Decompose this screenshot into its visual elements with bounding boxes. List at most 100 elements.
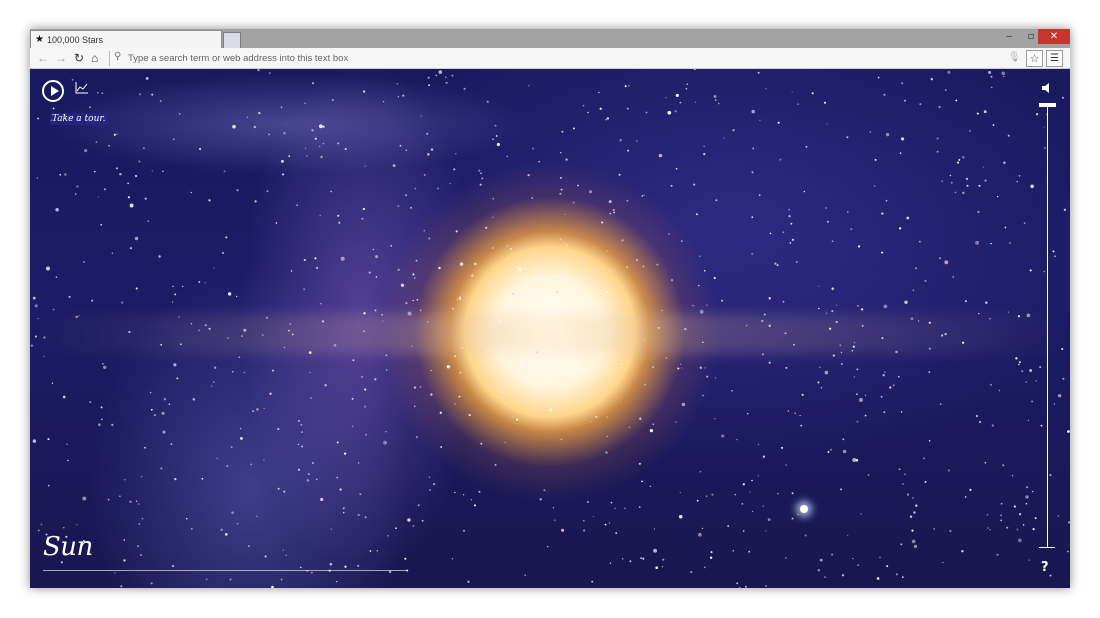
background-star	[364, 165, 366, 167]
background-star	[784, 557, 787, 559]
background-star	[1039, 366, 1042, 369]
background-star	[357, 462, 360, 464]
volume-icon[interactable]	[1041, 82, 1055, 94]
tab-100000-stars[interactable]: ★ 100,000 Stars	[30, 30, 222, 48]
neighbor-star[interactable]	[800, 505, 808, 513]
background-star	[227, 292, 232, 296]
background-star	[639, 417, 642, 420]
background-star	[111, 423, 114, 427]
zoom-slider-handle[interactable]	[1039, 103, 1056, 107]
background-star	[161, 411, 165, 415]
background-star	[1018, 363, 1020, 366]
menu-button[interactable]: ☰	[1046, 50, 1063, 67]
background-star	[516, 418, 519, 421]
star-name-underline	[43, 570, 407, 571]
chart-icon[interactable]	[75, 82, 89, 94]
new-tab-button[interactable]	[223, 32, 241, 48]
play-tour-button[interactable]	[42, 80, 64, 102]
background-star	[336, 580, 338, 583]
background-star	[382, 101, 385, 103]
background-star	[1007, 134, 1010, 137]
background-star	[1044, 147, 1046, 149]
background-star	[1061, 96, 1064, 99]
background-star	[405, 301, 408, 305]
background-star	[310, 397, 312, 399]
minimize-button[interactable]: ‒	[998, 29, 1020, 44]
background-star	[66, 443, 68, 446]
back-icon[interactable]: ←	[37, 51, 49, 65]
background-star	[930, 78, 933, 81]
background-star	[559, 176, 563, 179]
background-star	[949, 174, 952, 177]
sun-lens-flare	[30, 314, 1070, 354]
background-star	[322, 125, 325, 128]
zoom-slider-track[interactable]	[1047, 107, 1048, 547]
background-star	[658, 153, 663, 158]
background-star	[713, 95, 717, 98]
help-button[interactable]: ?	[1041, 560, 1049, 575]
background-star	[93, 170, 96, 173]
background-star	[301, 431, 303, 433]
background-star	[852, 458, 857, 462]
background-star	[924, 480, 927, 483]
background-star	[936, 150, 939, 153]
background-star	[653, 528, 656, 530]
background-star	[198, 281, 201, 283]
background-star	[176, 377, 179, 380]
background-star	[517, 373, 520, 375]
background-star	[869, 131, 871, 133]
background-star	[819, 366, 821, 369]
background-star	[412, 524, 415, 528]
background-star	[100, 406, 103, 409]
background-star	[895, 573, 898, 576]
background-star	[785, 366, 788, 369]
reload-icon[interactable]: ↻	[74, 51, 84, 65]
background-star	[954, 191, 957, 194]
background-star	[586, 500, 590, 504]
background-star	[1057, 515, 1059, 517]
background-star	[1049, 474, 1052, 476]
take-a-tour-link[interactable]: Take a tour.	[50, 113, 108, 125]
background-star	[582, 104, 585, 107]
background-star	[517, 267, 522, 271]
background-star	[151, 170, 154, 172]
background-star	[928, 440, 931, 442]
background-star	[119, 173, 122, 176]
background-star	[296, 204, 298, 206]
bookmark-star-button[interactable]: ☆	[1026, 50, 1043, 67]
background-star	[717, 102, 720, 105]
background-star	[402, 94, 405, 97]
background-star	[820, 386, 823, 389]
background-star	[467, 580, 470, 583]
address-bar-input[interactable]: Type a search term or web address into t…	[128, 53, 348, 64]
star-viewport[interactable]: Take a tour. ? Sun	[30, 69, 1070, 588]
background-star	[746, 412, 749, 415]
background-star	[478, 490, 481, 493]
background-star	[216, 457, 218, 459]
background-star	[280, 159, 284, 163]
home-icon[interactable]: ⌂	[91, 51, 98, 65]
background-star	[397, 96, 400, 98]
close-button[interactable]: ✕	[1038, 29, 1070, 44]
background-star	[385, 354, 388, 357]
background-star	[591, 376, 593, 379]
background-star	[524, 574, 526, 577]
background-star	[850, 228, 853, 231]
background-star	[776, 264, 779, 267]
background-star	[306, 155, 308, 157]
forward-icon[interactable]: →	[55, 51, 67, 65]
background-star	[857, 245, 861, 248]
background-star	[225, 236, 228, 239]
background-star	[885, 199, 888, 202]
background-star	[665, 357, 668, 359]
background-star	[374, 378, 377, 381]
background-star	[36, 177, 38, 179]
background-star	[749, 491, 751, 493]
background-star	[975, 415, 978, 417]
background-star	[362, 207, 366, 211]
background-star	[263, 459, 265, 461]
background-star	[898, 227, 902, 230]
microphone-icon[interactable]: 🎙	[1008, 52, 1021, 63]
background-star	[206, 578, 208, 580]
background-star	[230, 446, 233, 448]
